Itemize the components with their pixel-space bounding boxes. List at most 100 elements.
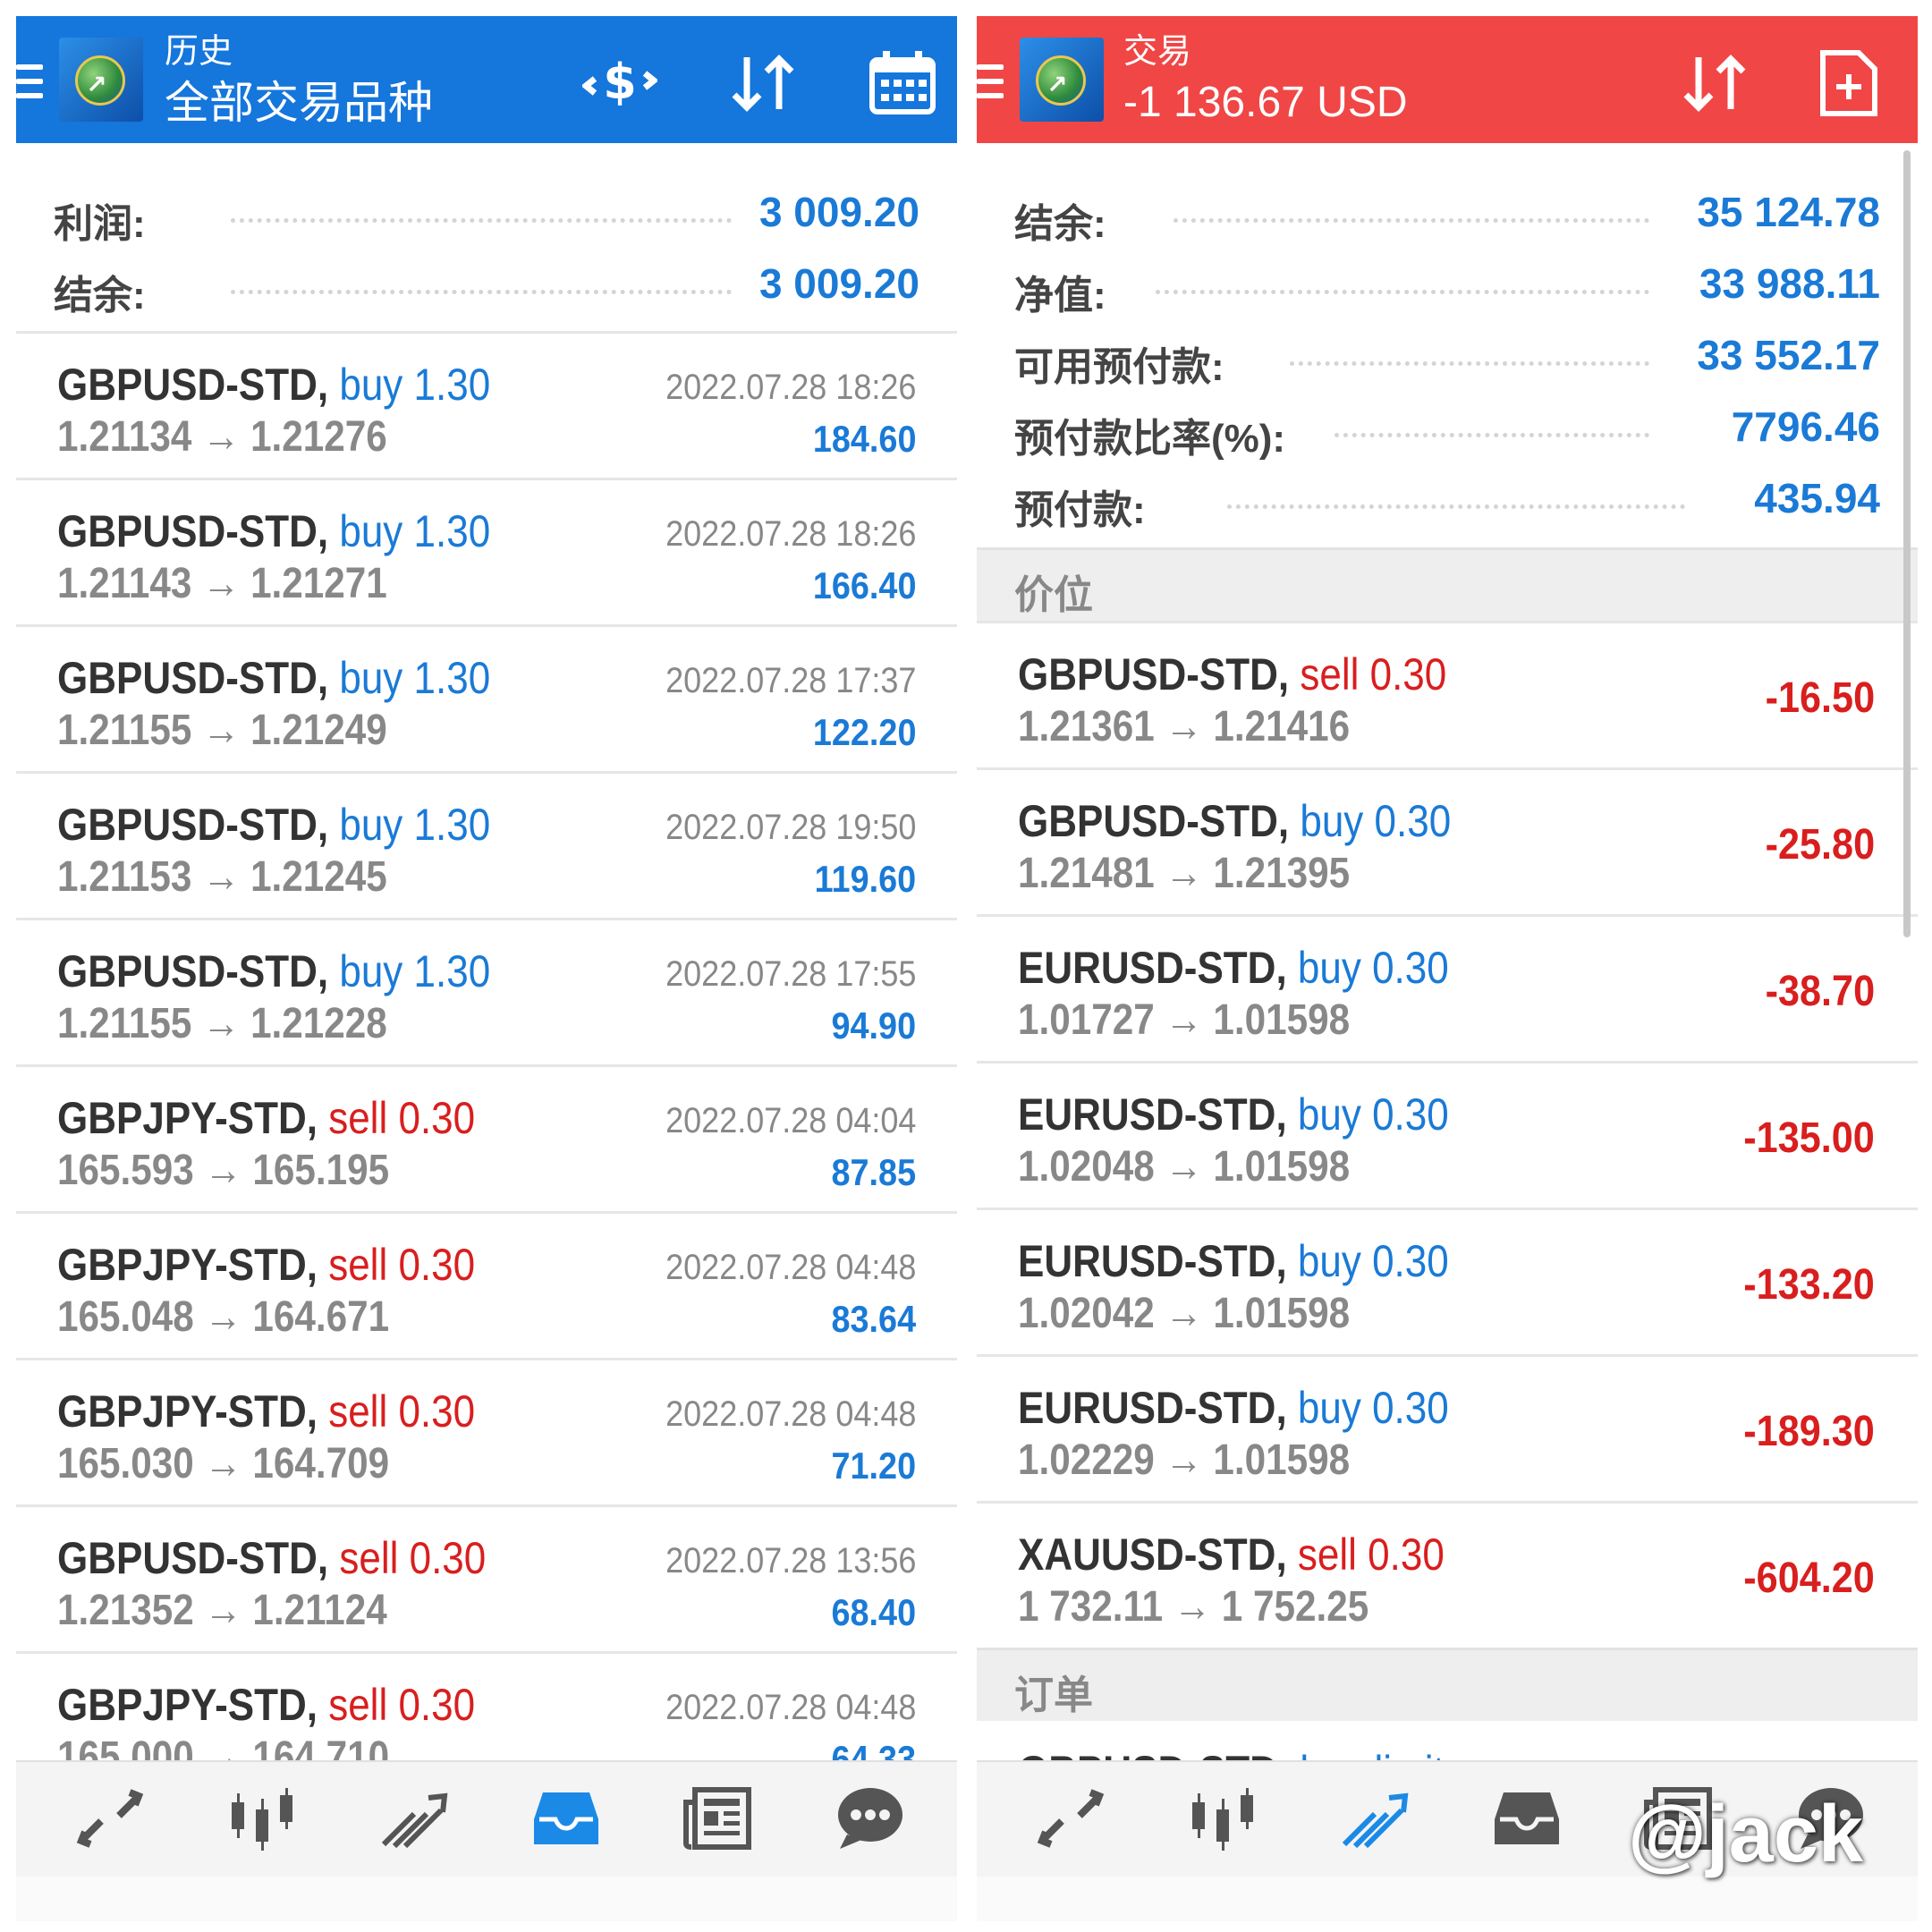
menu-icon[interactable]	[977, 64, 1004, 100]
section-title: 价位	[1014, 573, 1093, 617]
symbol-name: GBPUSD-STD,	[1018, 649, 1290, 699]
new-order-icon[interactable]	[1809, 50, 1889, 116]
trade-row[interactable]: GBPUSD-STD, buy 1.30 1.21153 → 1.21245 202…	[16, 771, 957, 918]
history-header: ↗ 历史 全部交易品种 $	[16, 16, 957, 143]
trade-icon[interactable]	[374, 1778, 454, 1859]
position-row[interactable]: GBPUSD-STD, sell 0.30 1.21361 → 1.21416 -1…	[977, 621, 1918, 767]
position-profit: -133.20	[1743, 1261, 1875, 1309]
symbol-name: GBPUSD-STD,	[57, 800, 329, 850]
summary-label: 利润:	[54, 202, 146, 246]
sort-icon[interactable]	[723, 52, 803, 114]
position-row[interactable]: EURUSD-STD, buy 0.30 1.02042 → 1.01598 -13…	[977, 1208, 1918, 1354]
trade-profit: 166.40	[812, 564, 916, 606]
symbol-name: GBPJPY-STD,	[57, 1680, 318, 1730]
quotes-icon[interactable]	[70, 1778, 150, 1859]
trade-direction: sell 0.30	[328, 1386, 476, 1436]
position-profit: -38.70	[1765, 968, 1875, 1015]
symbol-filter[interactable]: 全部交易品种	[165, 79, 433, 127]
trade-symbol: EURUSD-STD, buy 0.30	[1018, 1235, 1449, 1287]
summary-row-balance: 结余: 3 009.20	[16, 250, 957, 322]
trade-prices: 1.21155 → 1.21249	[57, 707, 387, 754]
summary-label: 可用预付款:	[1014, 345, 1224, 389]
trade-prices: 165.593 → 165.195	[57, 1147, 390, 1194]
symbol-name: EURUSD-STD,	[1018, 1089, 1287, 1140]
trade-icon[interactable]	[1335, 1778, 1415, 1859]
trade-symbol: GBPUSD-STD, buy 1.30	[57, 359, 490, 411]
scrollbar[interactable]	[1903, 150, 1911, 937]
symbol-name: EURUSD-STD,	[1018, 1383, 1287, 1433]
system-nav-strip	[977, 1877, 1918, 1921]
leader-dots	[231, 290, 732, 294]
history-icon[interactable]	[1487, 1778, 1567, 1859]
trade-symbol: GBPUSD-STD, sell 0.30	[57, 1532, 486, 1584]
trade-prices: 165.048 → 164.671	[57, 1293, 390, 1341]
trade-row[interactable]: GBPUSD-STD, buy 1.30 1.21155 → 1.21228 202…	[16, 918, 957, 1064]
trade-row[interactable]: GBPUSD-STD, buy 1.30 1.21134 → 1.21276 202…	[16, 331, 957, 478]
trade-direction: buy 0.30	[1297, 1383, 1449, 1433]
trade-row[interactable]: GBPJPY-STD, sell 0.30 165.048 → 164.671 20…	[16, 1211, 957, 1358]
summary-row: 预付款比率(%): 7796.46	[977, 394, 1918, 465]
leader-dots	[1290, 361, 1649, 366]
leader-dots	[1335, 433, 1649, 437]
quotes-icon[interactable]	[1030, 1778, 1111, 1859]
trade-row[interactable]: GBPJPY-STD, sell 0.30 165.593 → 165.195 20…	[16, 1064, 957, 1211]
header-title: 交易	[1123, 33, 1192, 71]
trade-profit: 122.20	[812, 711, 916, 753]
trade-direction: sell 0.30	[339, 1533, 487, 1583]
summary-row: 净值: 33 988.11	[977, 250, 1918, 322]
symbol-name: GBPJPY-STD,	[57, 1386, 318, 1436]
position-row[interactable]: EURUSD-STD, buy 0.30 1.02048 → 1.01598 -13…	[977, 1061, 1918, 1208]
trade-row[interactable]: GBPUSD-STD, buy 1.30 1.21155 → 1.21249 202…	[16, 624, 957, 771]
summary-label: 结余:	[1014, 202, 1106, 246]
symbol-name: GBPUSD-STD,	[57, 1533, 329, 1583]
summary-label: 净值:	[1014, 274, 1106, 318]
summary-value: 7796.46	[1731, 403, 1880, 450]
trade-prices: 1.21352 → 1.21124	[57, 1587, 387, 1634]
trade-row[interactable]: GBPUSD-STD, sell 0.30 1.21352 → 1.21124 20…	[16, 1504, 957, 1651]
position-row[interactable]: XAUUSD-STD, sell 0.30 1 732.11 → 1 752.25…	[977, 1501, 1918, 1648]
trade-direction: buy 0.30	[1297, 1089, 1449, 1140]
trade-prices: 1.21155 → 1.21228	[57, 1000, 387, 1047]
summary-label: 预付款比率(%):	[1014, 417, 1286, 461]
trade-prices: 1.02042 → 1.01598	[1018, 1290, 1351, 1337]
chart-icon[interactable]	[222, 1778, 302, 1859]
positions-section-header: 价位	[977, 547, 1918, 621]
summary-label: 结余:	[54, 274, 146, 318]
trade-symbol: GBPJPY-STD, sell 0.30	[57, 1092, 475, 1144]
trade-prices: 1.01727 → 1.01598	[1018, 996, 1351, 1044]
calendar-icon[interactable]	[862, 51, 943, 114]
trade-symbol: EURUSD-STD, buy 0.30	[1018, 1089, 1449, 1140]
trade-row[interactable]: GBPUSD-STD, buy 1.30 1.21143 → 1.21271 202…	[16, 478, 957, 624]
trade-direction: buy 0.30	[1300, 796, 1452, 846]
trade-profit: 184.60	[812, 418, 916, 460]
trade-prices: 165.030 → 164.709	[57, 1440, 390, 1487]
trade-direction: sell 0.30	[328, 1093, 476, 1143]
summary-value: 3 009.20	[758, 189, 919, 235]
history-icon[interactable]	[526, 1778, 606, 1859]
position-row[interactable]: EURUSD-STD, buy 0.30 1.02229 → 1.01598 -18…	[977, 1354, 1918, 1501]
trade-header: ↗ 交易 -1 136.67 USD	[977, 16, 1918, 143]
trade-symbol: GBPJPY-STD, sell 0.30	[57, 1239, 475, 1291]
leader-dots	[231, 218, 732, 223]
trade-symbol: XAUUSD-STD, sell 0.30	[1018, 1529, 1445, 1580]
chat-icon[interactable]	[830, 1778, 911, 1859]
section-title: 订单	[1014, 1674, 1093, 1717]
news-icon[interactable]	[678, 1778, 758, 1859]
summary-value: 3 009.20	[758, 260, 919, 307]
trade-row[interactable]: GBPJPY-STD, sell 0.30 165.030 → 164.709 20…	[16, 1358, 957, 1504]
currency-exchange-icon[interactable]: $	[580, 52, 660, 114]
position-row[interactable]: EURUSD-STD, buy 0.30 1.01727 → 1.01598 -38…	[977, 914, 1918, 1061]
chart-icon[interactable]	[1182, 1778, 1263, 1859]
menu-icon[interactable]	[16, 64, 43, 100]
position-row[interactable]: GBPUSD-STD, buy 0.30 1.21481 → 1.21395 -25…	[977, 767, 1918, 914]
sort-icon[interactable]	[1674, 52, 1755, 114]
symbol-name: GBPJPY-STD,	[57, 1093, 318, 1143]
trade-prices: 1.21481 → 1.21395	[1018, 850, 1351, 897]
trade-symbol: GBPJPY-STD, sell 0.30	[57, 1385, 475, 1437]
history-panel: ↗ 历史 全部交易品种 $ 利润: 3 009.20 结余: 3 009.20 …	[16, 16, 957, 1921]
symbol-name: GBPUSD-STD,	[1018, 796, 1290, 846]
summary-value: 33 552.17	[1697, 332, 1880, 378]
trade-prices: 1.02229 → 1.01598	[1018, 1436, 1351, 1484]
trade-symbol: GBPUSD-STD, buy 1.30	[57, 505, 490, 557]
trade-direction: buy 1.30	[339, 506, 491, 556]
